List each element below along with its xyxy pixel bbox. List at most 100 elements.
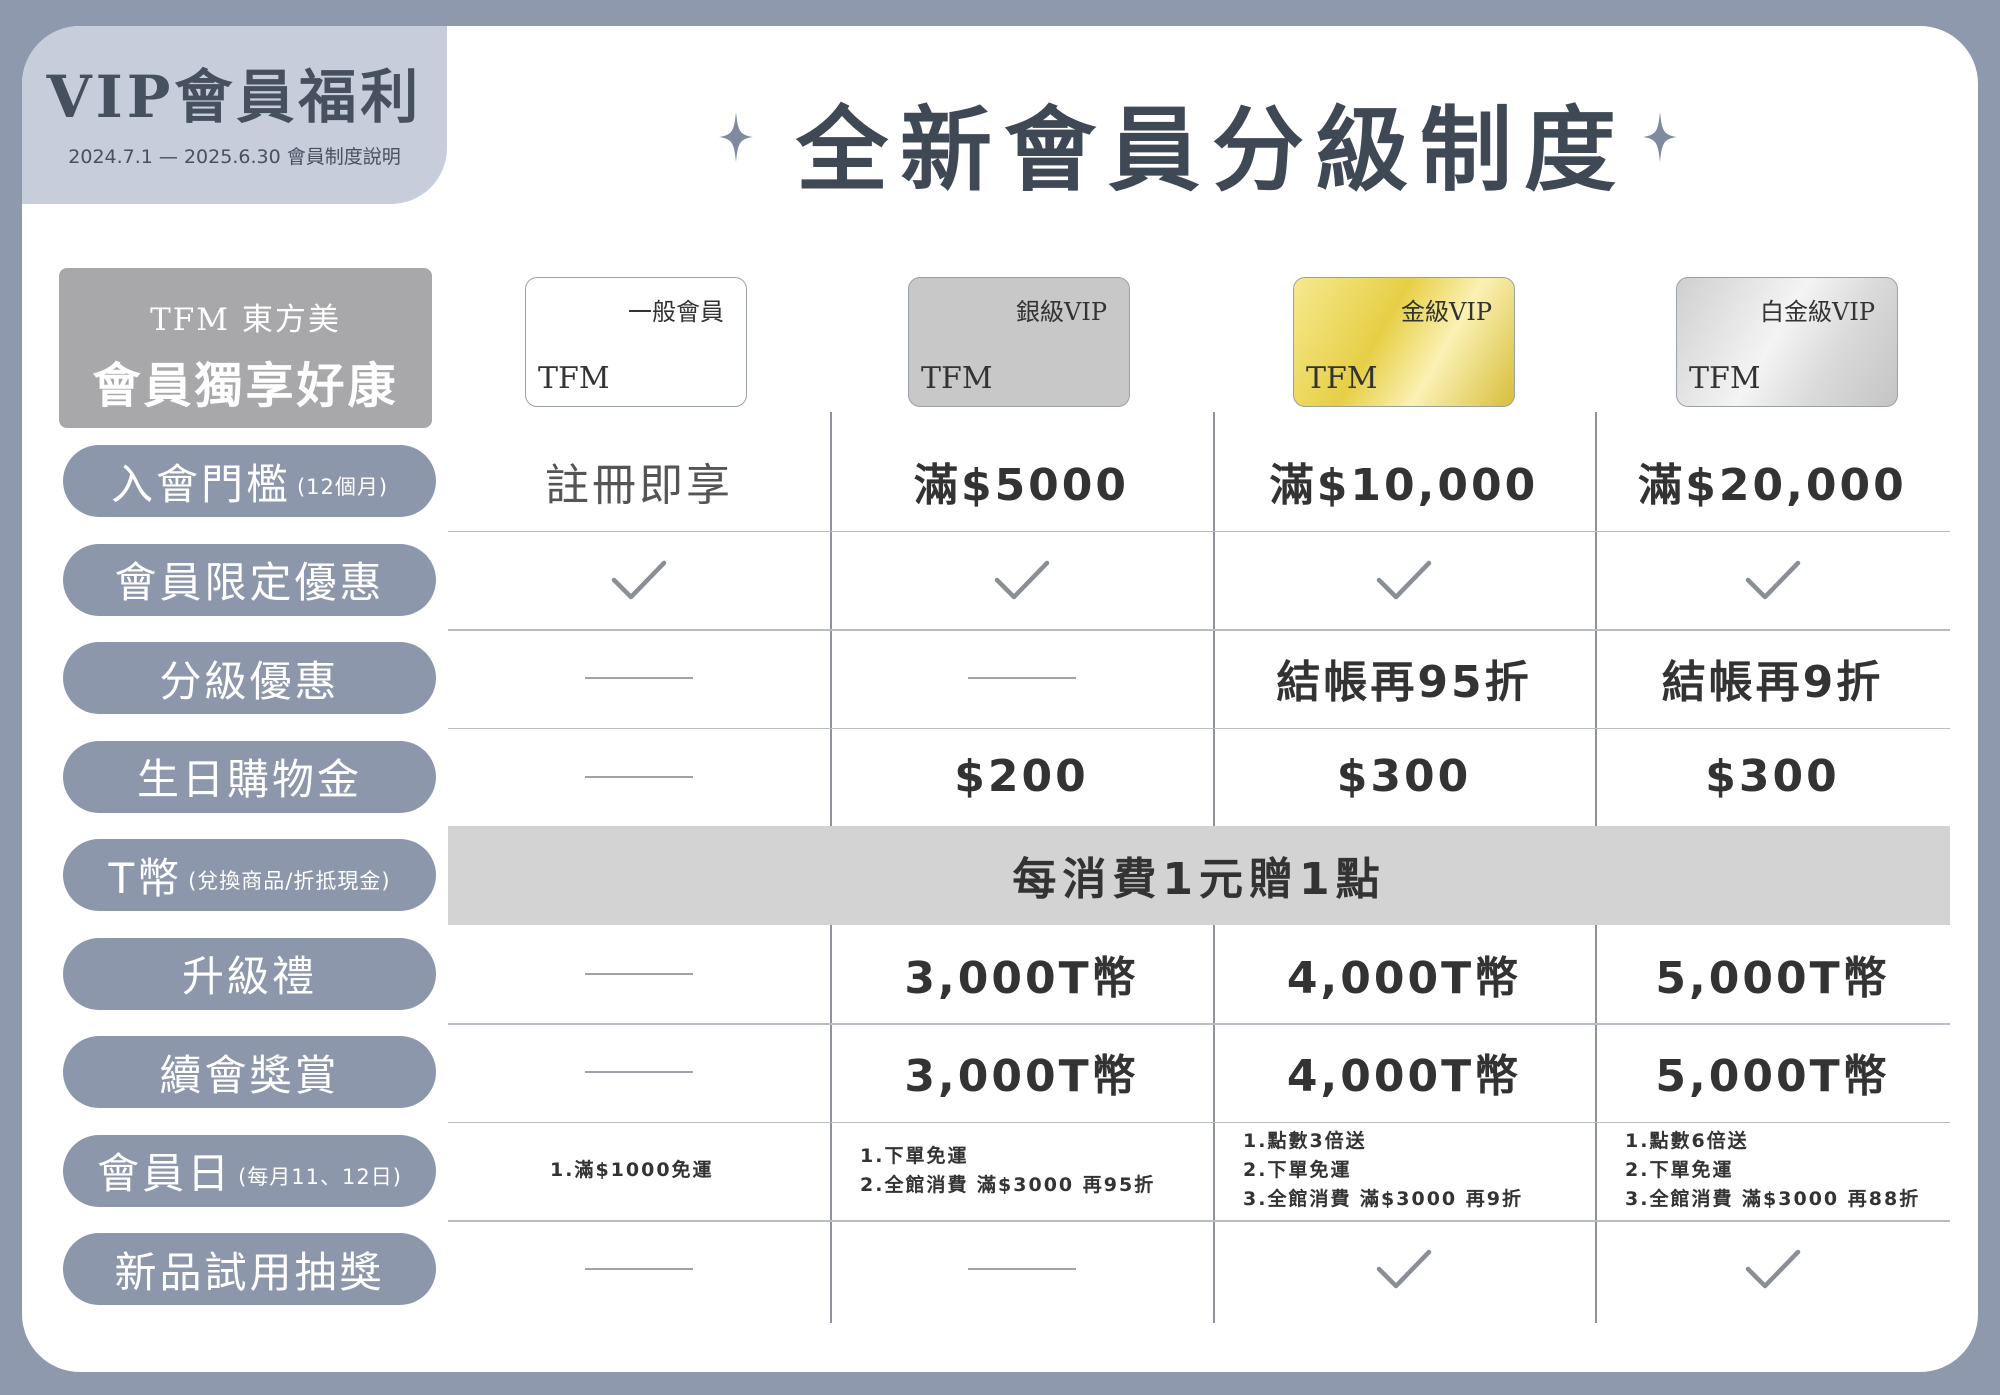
table-cell: [448, 1023, 830, 1122]
sparkle-icon-right: [1643, 112, 1677, 162]
table-cell: [1595, 1220, 1950, 1319]
brand-box: TFM 東方美 會員獨享好康: [59, 268, 432, 428]
table-cell: [448, 531, 830, 630]
table-cell: 4,000T幣: [1286, 1051, 1522, 1103]
row-label-pill: 續會獎賞: [63, 1036, 436, 1108]
table-cell: [1595, 531, 1950, 630]
member-day-item: 1.點數3倍送: [1243, 1130, 1367, 1153]
tier-card-regular: 一般會員 TFM: [525, 277, 747, 407]
empty-dash: [585, 677, 693, 680]
check-icon: [1745, 1250, 1800, 1289]
tier-card-gold: 金級VIP TFM: [1293, 277, 1515, 407]
t-coin-rule: 每消費1元贈1點: [1012, 854, 1386, 906]
benefits-card: VIP會員福利 2024.7.1 — 2025.6.30 會員制度說明 全新會員…: [22, 26, 1978, 1372]
check-icon: [994, 560, 1049, 599]
row-label-pill: 入會門檻 (12個月): [63, 445, 436, 517]
empty-dash: [967, 1268, 1076, 1271]
row-label-pill: 分級優惠: [63, 642, 436, 714]
row-label-pill: 會員限定優惠: [63, 543, 436, 616]
member-day-item: 3.全館消費 滿$3000 再9折: [1243, 1188, 1523, 1211]
row-label: 會員限定優惠: [114, 558, 385, 607]
table-cell: [830, 629, 1213, 728]
table-cell: $300: [1336, 751, 1472, 803]
table-cell: 1.點數6倍送 2.下單免運 3.全館消費 滿$3000 再88折: [1595, 1122, 1950, 1221]
member-day-item: 2.下單免運: [1243, 1159, 1352, 1182]
table-cell: [448, 728, 830, 827]
table-cell: 1.點數3倍送 2.下單免運 3.全館消費 滿$3000 再9折: [1213, 1122, 1595, 1221]
row-label-note: (兌換商品/折抵現金): [188, 869, 391, 893]
tier-brand: TFM: [921, 361, 993, 396]
table-cell: 1.滿$1000免運: [448, 1122, 830, 1221]
check-icon: [1745, 560, 1800, 599]
table-cell: 滿$20,000: [1638, 460, 1907, 512]
row-label: 入會門檻: [110, 459, 291, 509]
row-label: T幣: [108, 853, 183, 903]
table-cell: 5,000T幣: [1655, 1051, 1890, 1103]
row-label-pill: 升級禮: [63, 937, 436, 1010]
table-cell: $300: [1705, 751, 1840, 803]
member-day-list: 1.點數3倍送 2.下單免運 3.全館消費 滿$3000 再9折: [1213, 1127, 1523, 1214]
member-day-list: 1.下單免運 2.全館消費 滿$3000 再95折: [830, 1142, 1155, 1200]
table-cell: 結帳再9折: [1661, 657, 1884, 709]
table-cell: [448, 925, 830, 1024]
tier-card-silver: 銀級VIP TFM: [908, 277, 1130, 407]
row-label-pill: 生日購物金: [63, 740, 436, 813]
tier-name: 銀級VIP: [1016, 298, 1107, 326]
table-cell: 1.下單免運 2.全館消費 滿$3000 再95折: [830, 1122, 1213, 1221]
table-cell: [830, 1220, 1213, 1319]
table-cell: $200: [954, 751, 1089, 803]
table-cell: 5,000T幣: [1655, 952, 1890, 1004]
sparkle-icon-left: [719, 112, 753, 162]
table-cell: 結帳再95折: [1276, 657, 1532, 709]
tier-brand: TFM: [1689, 361, 1761, 396]
row-label: 續會獎賞: [159, 1050, 340, 1100]
row-label: 生日購物金: [136, 755, 362, 804]
table-cell: 註冊即享: [545, 460, 733, 512]
empty-dash: [585, 1268, 693, 1271]
table-cell: [1213, 1220, 1595, 1319]
check-icon: [611, 560, 667, 599]
table-cell: [448, 1220, 830, 1319]
row-label: 新品試用抽獎: [114, 1247, 385, 1297]
member-day-item: 1.滿$1000免運: [550, 1159, 714, 1182]
table-cell: [830, 531, 1213, 630]
table-cell: [448, 629, 830, 728]
check-icon: [1376, 1250, 1432, 1289]
member-day-item: 2.下單免運: [1625, 1159, 1734, 1182]
tier-card-platinum: 白金級VIP TFM: [1676, 277, 1898, 407]
table-cell: 4,000T幣: [1286, 952, 1522, 1004]
empty-dash: [967, 677, 1076, 680]
member-day-item: 3.全館消費 滿$3000 再88折: [1625, 1188, 1921, 1211]
row-label-pill: 新品試用抽獎: [63, 1233, 436, 1305]
page-title: 全新會員分級制度: [795, 96, 1628, 204]
row-divider: [448, 530, 1950, 532]
tier-name: 一般會員: [628, 298, 724, 326]
empty-dash: [585, 775, 693, 778]
member-day-list: 1.滿$1000免運: [448, 1156, 714, 1185]
member-day-item: 1.下單免運: [860, 1144, 969, 1167]
vip-benefits-tag: VIP會員福利 2024.7.1 — 2025.6.30 會員制度說明: [22, 26, 447, 204]
table-cell: 滿$10,000: [1269, 460, 1539, 512]
row-label: 升級禮: [181, 952, 317, 1001]
tier-brand: TFM: [538, 361, 610, 396]
tier-name: 白金級VIP: [1760, 298, 1875, 326]
table-cell: 滿$5000: [913, 460, 1130, 512]
member-day-item: 2.全館消費 滿$3000 再95折: [860, 1173, 1156, 1196]
table-cell: 3,000T幣: [904, 1051, 1139, 1103]
row-label-pill: T幣 (兌換商品/折抵現金): [63, 839, 436, 911]
brand-name: TFM 東方美: [150, 302, 341, 338]
row-label: 分級優惠: [159, 656, 340, 706]
check-icon: [1376, 560, 1432, 599]
row-label-note: (12個月): [296, 475, 389, 499]
row-label-note: (每月11、12日): [238, 1164, 402, 1189]
empty-dash: [585, 1071, 693, 1074]
tag-subtitle: 2024.7.1 — 2025.6.30 會員制度說明: [68, 146, 401, 168]
table-cell: 3,000T幣: [904, 952, 1139, 1004]
brand-tagline: 會員獨享好康: [92, 358, 399, 414]
member-day-item: 1.點數6倍送: [1625, 1130, 1749, 1153]
empty-dash: [585, 972, 693, 975]
tier-name: 金級VIP: [1401, 298, 1492, 326]
row-label: 會員日: [97, 1149, 233, 1198]
member-day-list: 1.點數6倍送 2.下單免運 3.全館消費 滿$3000 再88折: [1595, 1127, 1920, 1214]
tag-title: VIP會員福利: [46, 63, 423, 131]
